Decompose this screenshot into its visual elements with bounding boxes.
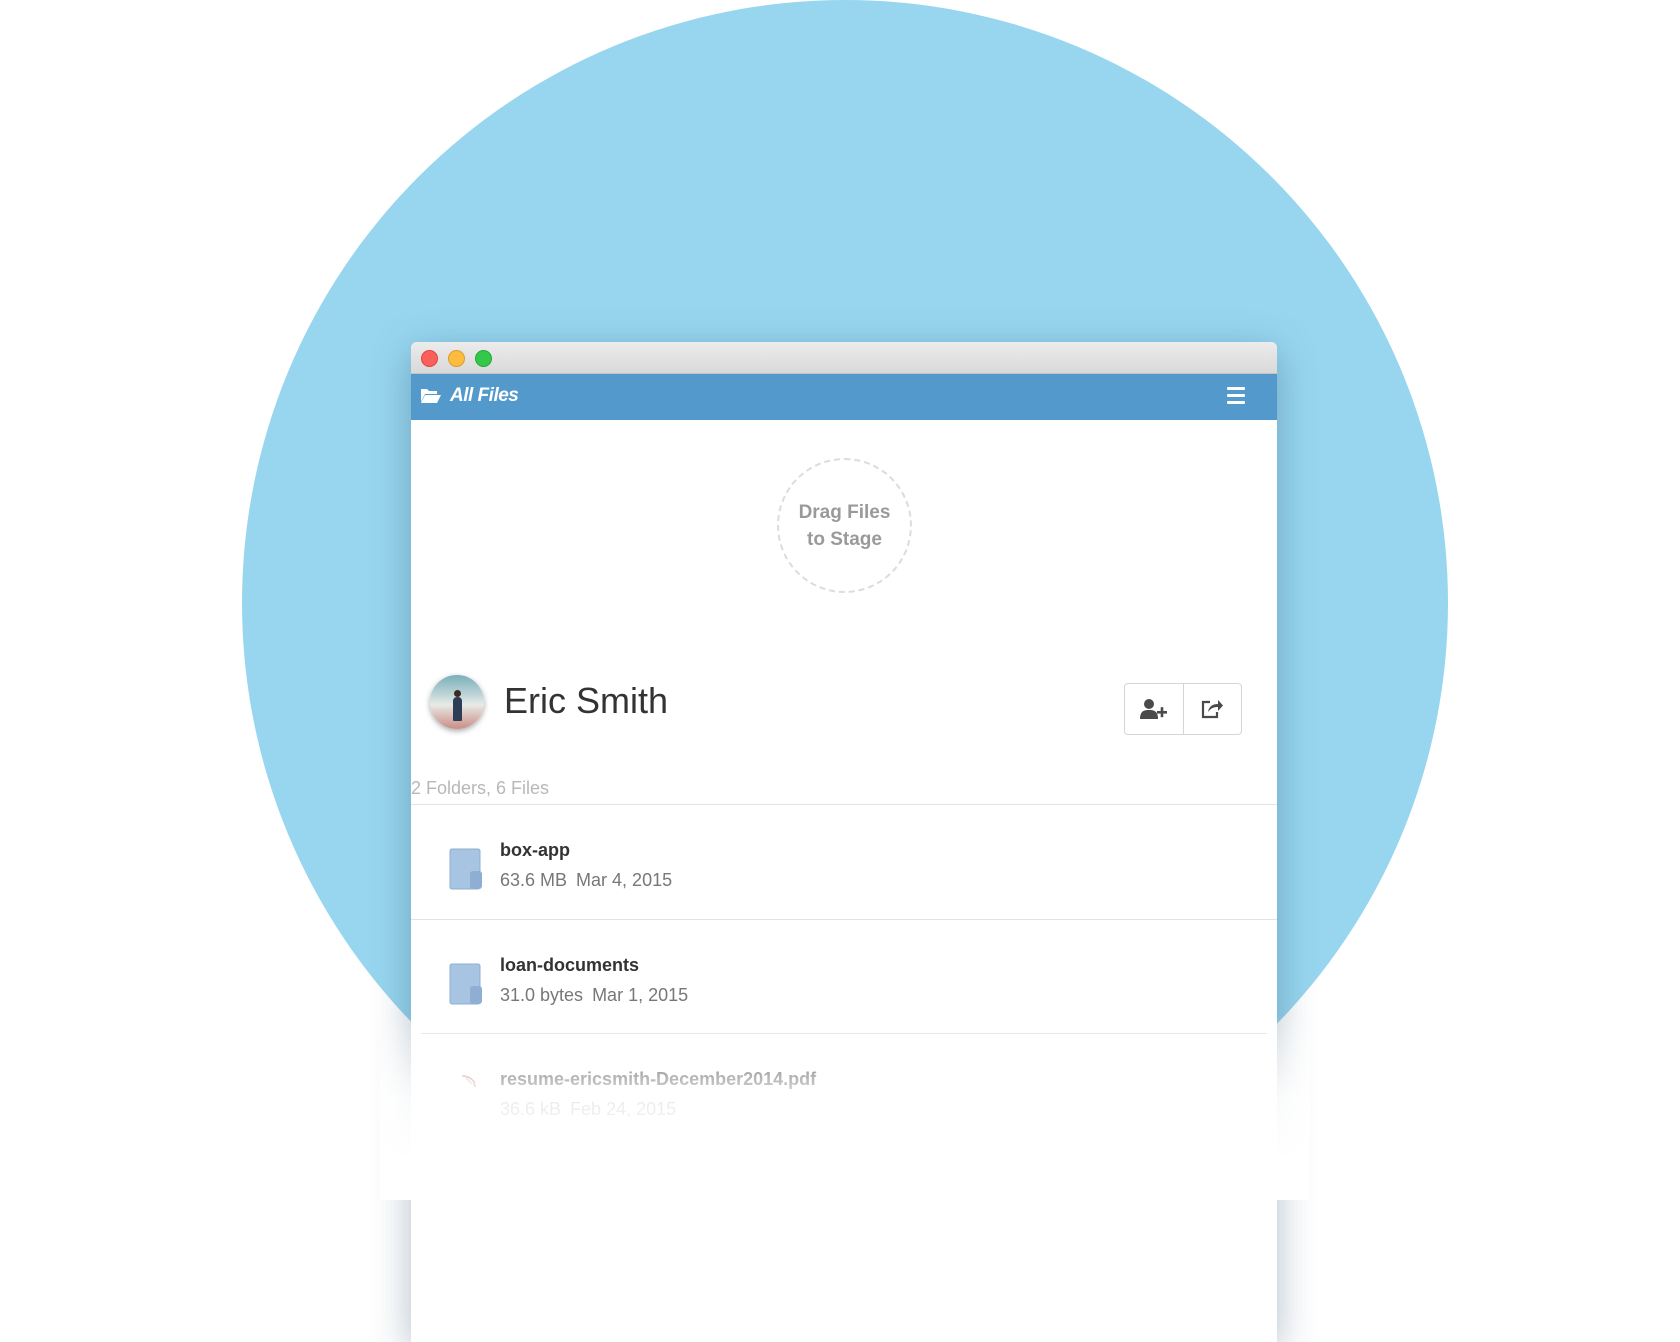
dropzone-label-line1: Drag Files: [798, 501, 891, 523]
open-folder-icon: [421, 389, 441, 403]
user-name: Eric Smith: [504, 680, 669, 721]
close-window-button[interactable]: [421, 350, 438, 367]
app-window: All Files Drag Files to Stage Eric Smith: [411, 342, 1277, 1342]
profile-actions: [1124, 683, 1242, 735]
avatar[interactable]: [430, 675, 484, 729]
item-meta: 63.6 MB Mar 4, 2015: [500, 870, 672, 891]
item-meta: 31.0 bytes Mar 1, 2015: [500, 985, 688, 1006]
list-item[interactable]: loan-documents 31.0 bytes Mar 1, 2015: [411, 920, 1277, 1034]
add-user-icon: [1139, 699, 1167, 719]
item-size: 31.0 bytes: [500, 985, 584, 1005]
app-header: All Files: [411, 374, 1277, 420]
item-date: Mar 4, 2015: [576, 870, 673, 890]
list-item[interactable]: resume-ericsmith-December2014.pdf 36.6 k…: [411, 1034, 1277, 1148]
item-date: Feb 24, 2015: [570, 1099, 677, 1119]
folder-file-count: 2 Folders, 6 Files: [411, 778, 550, 798]
maximize-window-button[interactable]: [475, 350, 492, 367]
item-name: box-app: [500, 840, 570, 860]
item-date: Mar 1, 2015: [592, 985, 689, 1005]
item-name: resume-ericsmith-December2014.pdf: [500, 1069, 817, 1089]
share-button[interactable]: [1182, 684, 1242, 734]
add-user-button[interactable]: [1125, 684, 1183, 734]
item-name: loan-documents: [500, 955, 640, 975]
folder-icon: [449, 963, 482, 1005]
pdf-icon: [461, 1075, 476, 1088]
item-meta: 36.6 kB Feb 24, 2015: [500, 1099, 676, 1120]
drag-files-dropzone[interactable]: Drag Files to Stage: [777, 458, 912, 593]
item-size: 63.6 MB: [500, 870, 568, 890]
dropzone-label-line2: to Stage: [807, 528, 882, 550]
divider: [586, 1148, 1102, 1149]
hamburger-menu-icon[interactable]: [1227, 387, 1245, 405]
folder-icon: [449, 848, 482, 890]
item-size: 36.6 kB: [500, 1099, 562, 1119]
window-titlebar[interactable]: [411, 342, 1277, 374]
share-icon: [1202, 700, 1224, 719]
page-title: All Files: [450, 385, 519, 406]
list-item[interactable]: box-app 63.6 MB Mar 4, 2015: [411, 805, 1277, 919]
minimize-window-button[interactable]: [448, 350, 465, 367]
